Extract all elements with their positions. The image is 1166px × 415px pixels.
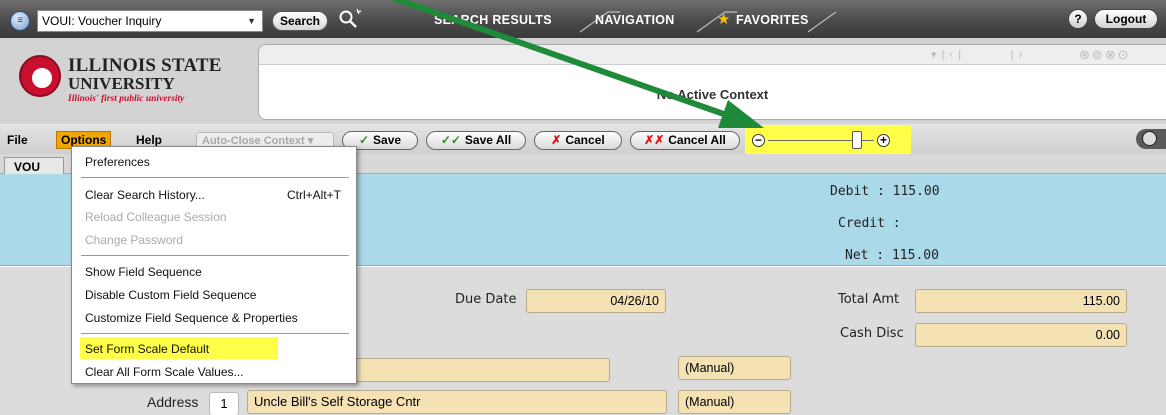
net-total: Net : 115.00 — [845, 248, 939, 263]
top-bar: ≡ VOUI: Voucher Inquiry ▼ Search SEARCH … — [0, 0, 1166, 38]
magnifier-icon[interactable] — [335, 7, 363, 33]
address-label: Address — [147, 394, 199, 410]
address-field[interactable]: Uncle Bill's Self Storage Cntr — [247, 390, 667, 414]
context-message: No Active Context — [656, 87, 769, 102]
menu-item-set-form-scale-default[interactable]: Set Form Scale Default — [85, 342, 209, 356]
due-date-field[interactable]: 04/26/10 — [526, 289, 666, 313]
form-selector[interactable]: VOUI: Voucher Inquiry ▼ — [37, 10, 263, 32]
total-amt-label: Total Amt — [838, 292, 900, 307]
menu-item-clear-search-history[interactable]: Clear Search History... — [85, 188, 205, 202]
save-label: Save — [373, 133, 402, 147]
tab-separator — [808, 11, 837, 33]
search-button[interactable]: Search — [272, 11, 328, 31]
tab-navigation[interactable]: NAVIGATION — [595, 9, 675, 31]
clear-search-history-shortcut: Ctrl+Alt+T — [287, 188, 342, 202]
menu-help[interactable]: Help — [136, 133, 162, 147]
cash-disc-field[interactable]: 0.00 — [915, 323, 1127, 347]
options-menu: Preferences Clear Search History... Ctrl… — [71, 146, 357, 384]
logo-tagline: Illinois' first public university — [68, 94, 185, 104]
header: ILLINOIS STATE UNIVERSITY Illinois' firs… — [0, 38, 1166, 124]
logo-name-line2: UNIVERSITY — [68, 74, 175, 93]
star-icon: ★ — [717, 11, 731, 28]
menu-item-show-field-sequence[interactable]: Show Field Sequence — [85, 265, 202, 279]
menu-separator — [81, 177, 349, 178]
menu-item-customize-sequence[interactable]: Customize Field Sequence & Properties — [85, 311, 298, 325]
cancel-label: Cancel — [565, 133, 605, 147]
address-manual-indicator-field[interactable]: (Manual) — [678, 390, 791, 414]
form-tab[interactable]: VOU — [4, 157, 64, 175]
logo-name-line1: ILLINOIS STATE — [68, 55, 222, 76]
tab-search-results[interactable]: SEARCH RESULTS — [434, 9, 552, 31]
cancel-button[interactable]: ✗ Cancel — [534, 131, 622, 150]
menu-separator — [81, 255, 349, 256]
manual-indicator-field[interactable]: (Manual) — [678, 356, 791, 380]
menu-separator — [81, 333, 349, 334]
context-toolbar: ▾ | ‹ | | › ⊛⊚⊗⊙ — [259, 45, 1166, 65]
address-sequence-field[interactable]: 1 — [209, 392, 239, 415]
zoom-in-icon[interactable]: + — [877, 134, 890, 147]
cancel-all-label: Cancel All — [668, 133, 726, 147]
tab-favorites[interactable]: FAVORITES — [736, 9, 809, 31]
zoom-slider-thumb[interactable] — [852, 131, 863, 149]
save-all-button[interactable]: ✓✓ Save All — [426, 131, 526, 150]
menu-item-clear-form-scale[interactable]: Clear All Form Scale Values... — [85, 365, 244, 379]
menu-item-preferences[interactable]: Preferences — [85, 155, 150, 169]
debit-total: Debit : 115.00 — [830, 184, 940, 199]
menu-item-change-password: Change Password — [85, 233, 184, 247]
due-date-label: Due Date — [455, 292, 517, 307]
cancel-all-button[interactable]: ✗✗ Cancel All — [630, 131, 740, 150]
cash-disc-label: Cash Disc — [840, 326, 904, 341]
double-check-icon: ✓✓ — [440, 133, 461, 147]
university-seal-logo — [19, 55, 61, 97]
help-button[interactable]: ? — [1068, 9, 1088, 29]
context-nav-arrows[interactable]: ▾ | ‹ | | › — [931, 48, 1023, 61]
x-icon: ✗ — [551, 133, 562, 147]
zoom-out-icon[interactable]: − — [752, 134, 765, 147]
double-x-icon: ✗✗ — [644, 133, 665, 147]
total-amt-field[interactable]: 115.00 — [915, 289, 1127, 313]
context-action-icons[interactable]: ⊛⊚⊗⊙ — [1079, 47, 1131, 63]
app-menu-icon[interactable]: ≡ — [10, 11, 30, 31]
chevron-down-icon: ▼ — [247, 16, 256, 26]
check-icon: ✓ — [358, 133, 370, 147]
credit-total: Credit : — [838, 216, 901, 231]
save-all-label: Save All — [464, 133, 512, 147]
context-panel: ▾ | ‹ | | › ⊛⊚⊗⊙ No Active Context — [258, 44, 1166, 120]
form-selector-value: VOUI: Voucher Inquiry — [42, 14, 162, 28]
logout-button[interactable]: Logout — [1094, 9, 1158, 29]
window-control-icon[interactable] — [1142, 131, 1157, 146]
menu-file[interactable]: File — [7, 133, 28, 147]
menu-item-disable-custom-sequence[interactable]: Disable Custom Field Sequence — [85, 288, 256, 302]
menu-item-reload-session: Reload Colleague Session — [85, 210, 227, 224]
